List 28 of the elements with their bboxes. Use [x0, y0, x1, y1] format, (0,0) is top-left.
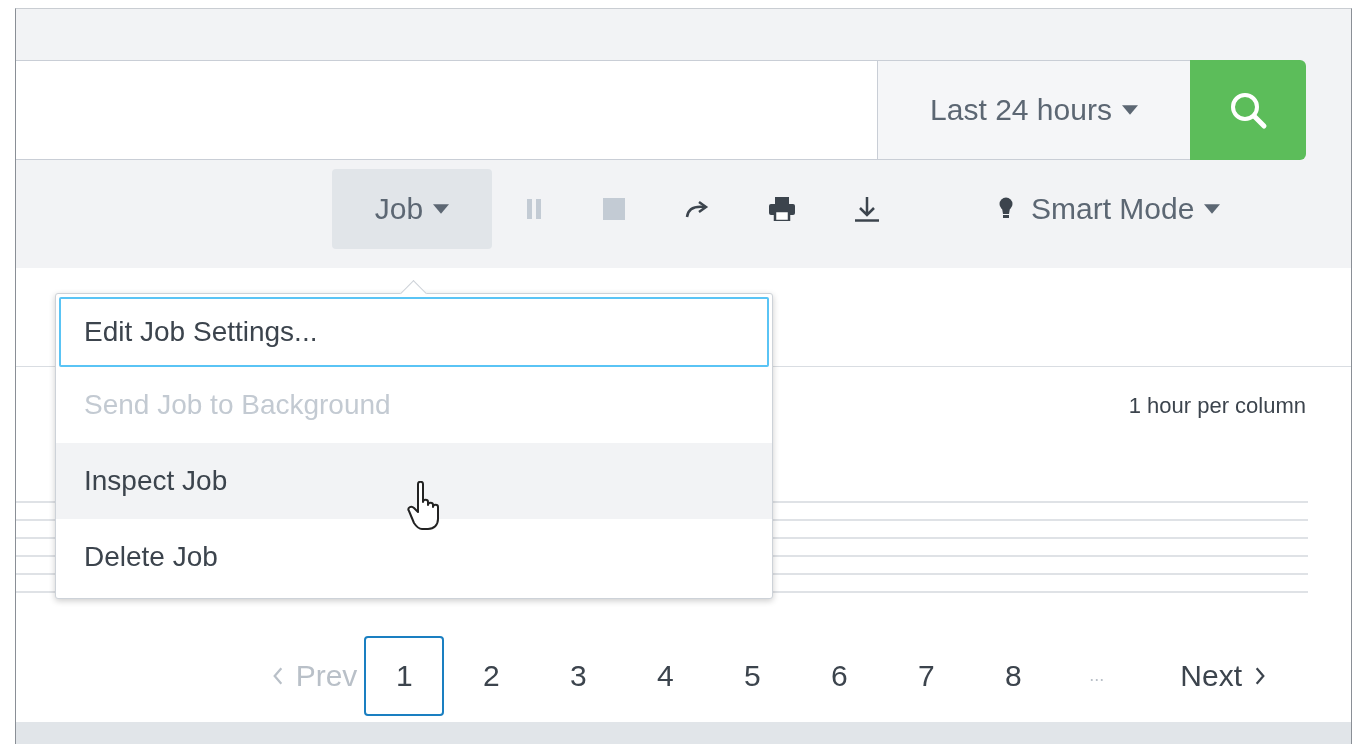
page-number-button[interactable]: 2	[451, 635, 532, 716]
search-field[interactable]	[16, 60, 877, 160]
page-number-button[interactable]: 1	[364, 635, 445, 716]
timeline-scale-label: 1 hour per column	[1128, 393, 1306, 420]
time-range-dropdown[interactable]: Last 24 hours	[877, 60, 1190, 160]
caret-icon	[1204, 203, 1221, 214]
caret-icon	[1121, 105, 1138, 115]
job-dropdown-button[interactable]: Job	[332, 168, 492, 249]
search-button[interactable]	[1190, 60, 1306, 160]
chevron-left-icon	[271, 665, 284, 686]
menu-item[interactable]: Inspect Job	[56, 443, 772, 519]
page-number-button[interactable]: 5	[712, 635, 793, 716]
share-arrow-icon[interactable]	[685, 199, 709, 218]
pagination-ellipsis: ...	[1088, 665, 1106, 686]
lightbulb-icon	[999, 196, 1013, 221]
page-number-button[interactable]: 6	[799, 635, 880, 716]
menu-item[interactable]: Delete Job	[56, 519, 772, 595]
print-icon[interactable]	[769, 196, 795, 221]
page-number-button[interactable]: 4	[625, 635, 706, 716]
caret-icon	[433, 203, 450, 214]
search-mode-dropdown[interactable]: Smart Mode	[999, 191, 1221, 226]
download-icon[interactable]	[855, 195, 879, 222]
page-number-button[interactable]: 3	[538, 635, 619, 716]
page-number-button[interactable]: 7	[886, 635, 967, 716]
chevron-right-icon	[1254, 665, 1266, 686]
page-number-button[interactable]: 8	[973, 635, 1054, 716]
menu-item[interactable]: Edit Job Settings...	[59, 297, 769, 367]
next-page-link[interactable]: Next	[1180, 658, 1266, 693]
